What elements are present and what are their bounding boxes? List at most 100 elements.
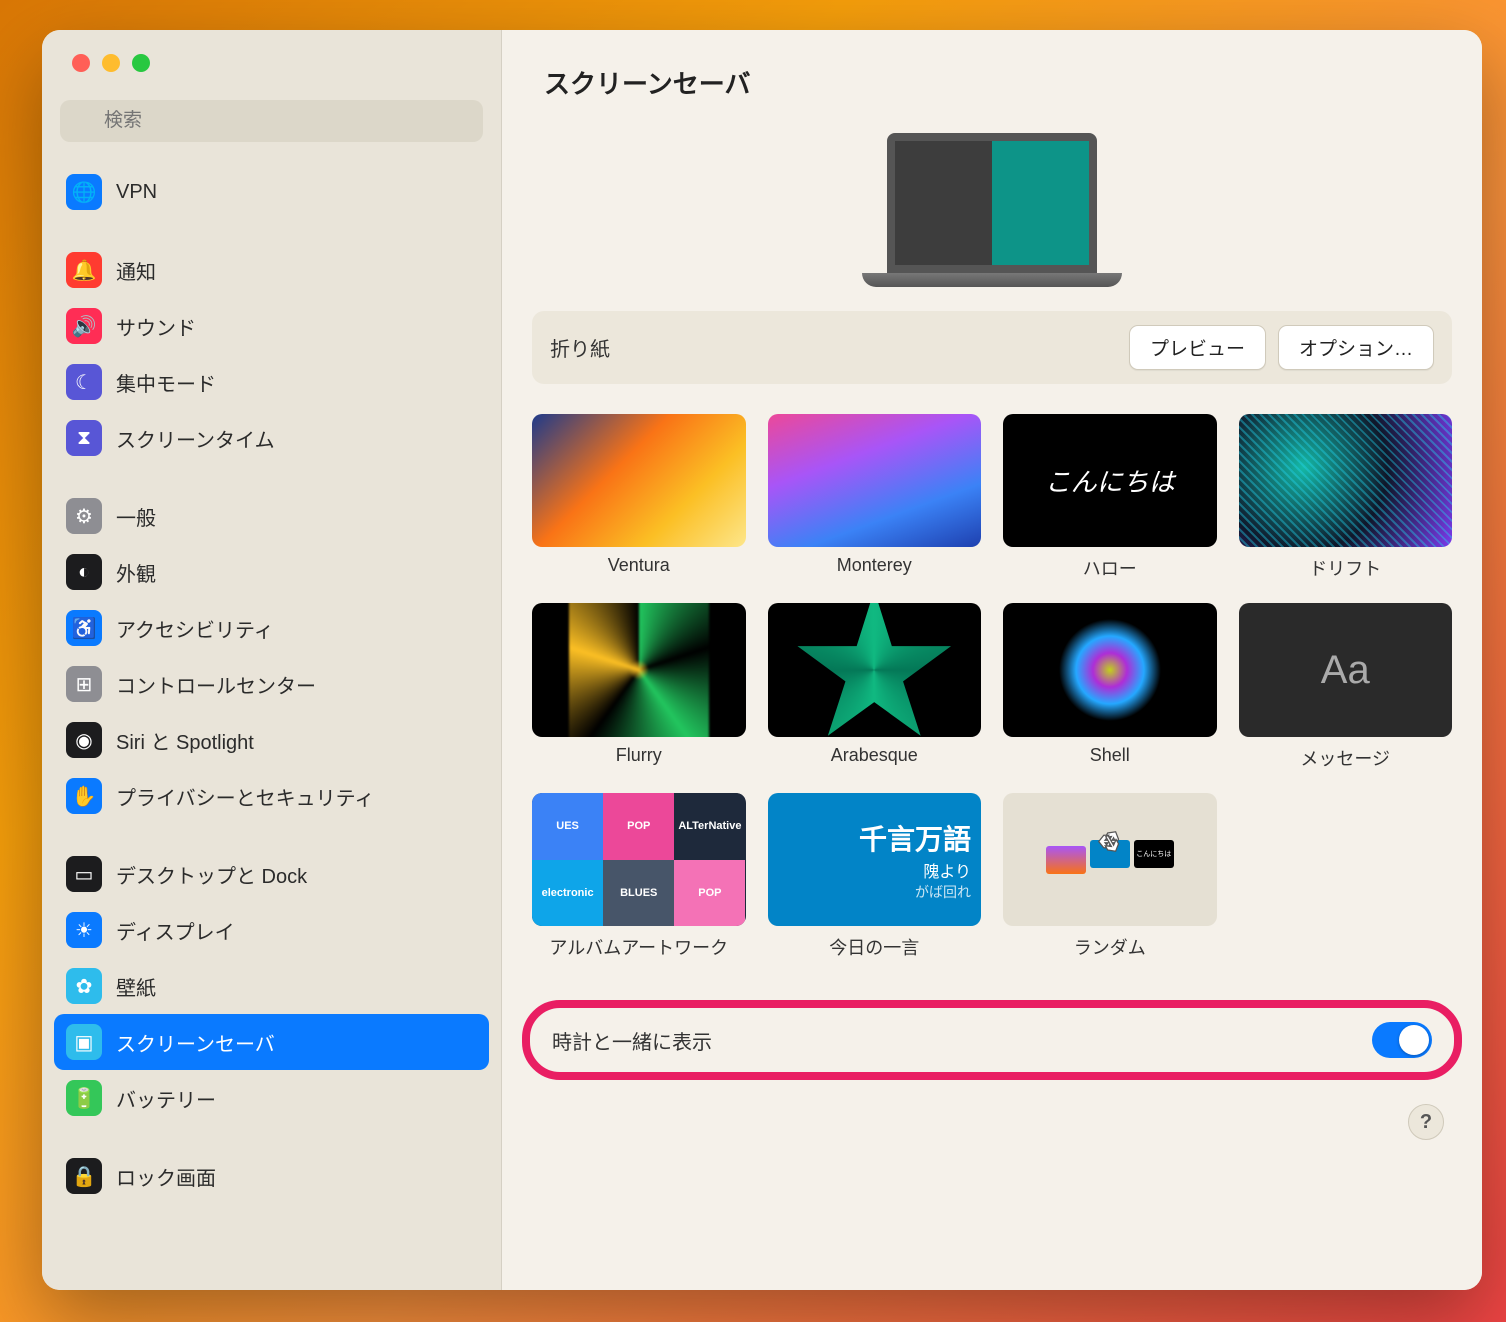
sidebar-item-label: 外観: [116, 558, 156, 587]
bell-icon: 🔔: [66, 252, 102, 288]
switches-icon: ⊞: [66, 666, 102, 702]
screensaver-thumb-flurry: [532, 603, 746, 736]
globe-icon: 🌐: [66, 174, 102, 210]
sidebar-item-label: ロック画面: [116, 1162, 216, 1191]
screensaver-thumb-message: Aa: [1239, 603, 1453, 736]
help-button[interactable]: ?: [1408, 1104, 1444, 1140]
sidebar-item-13[interactable]: ✿ 壁紙: [54, 958, 489, 1014]
screensaver-item-word[interactable]: 千言万語隗よりがば回れ今日の一言: [768, 793, 982, 960]
sidebar-item-label: プライバシーとセキュリティ: [116, 782, 374, 811]
screensaver-label: ドリフト: [1309, 555, 1381, 581]
screensaver-thumb-word: 千言万語隗よりがば回れ: [768, 793, 982, 926]
sidebar-item-label: 通知: [116, 256, 156, 285]
screensaver-thumb-random: こんにちは: [1003, 793, 1217, 926]
sidebar-item-label: Siri と Spotlight: [116, 726, 254, 755]
screensaver-thumb-monterey: [768, 414, 982, 547]
sidebar-item-7[interactable]: ♿ アクセシビリティ: [54, 600, 489, 656]
sidebar-item-label: スクリーンタイム: [116, 424, 275, 453]
lock-icon: 🔒: [66, 1158, 102, 1194]
screensaver-label: メッセージ: [1300, 745, 1390, 771]
show-with-clock-label: 時計と一緒に表示: [552, 1026, 712, 1055]
sidebar-item-label: 集中モード: [116, 368, 216, 397]
moon-icon: ☾: [66, 364, 102, 400]
sidebar-item-label: コントロールセンター: [116, 670, 316, 699]
gear-icon: ⚙: [66, 498, 102, 534]
screensaver-label: 今日の一言: [829, 934, 919, 960]
screensaver-thumb-arabesque: [768, 603, 982, 736]
minimize-icon[interactable]: [102, 54, 120, 72]
screensaver-label: ランダム: [1074, 934, 1146, 960]
main-pane: スクリーンセーバ 折り紙 プレビュー オプション… Ventura Montere…: [502, 30, 1482, 1290]
hourglass-icon: ⧗: [66, 420, 102, 456]
close-icon[interactable]: [72, 54, 90, 72]
window-controls: [42, 54, 501, 92]
screensaver-label: Ventura: [608, 555, 670, 576]
speaker-icon: 🔊: [66, 308, 102, 344]
screensaver-item-message[interactable]: Aa メッセージ: [1239, 603, 1453, 770]
sidebar-item-label: ディスプレイ: [116, 916, 235, 945]
sidebar-item-3[interactable]: ☾ 集中モード: [54, 354, 489, 410]
brightness-icon: ☀: [66, 912, 102, 948]
screensaver-thumb-drift: [1239, 414, 1453, 547]
screensaver-item-random[interactable]: こんにちはランダム: [1003, 793, 1217, 960]
show-with-clock-row: 時計と一緒に表示: [522, 1000, 1462, 1080]
screensaver-grid: VenturaMontereyこんにちはハロードリフトFlurryArabesq…: [502, 384, 1482, 980]
screensaver-label: Shell: [1090, 745, 1130, 766]
laptop-preview-icon: [862, 133, 1122, 287]
sidebar-item-11[interactable]: ▭ デスクトップと Dock: [54, 846, 489, 902]
screensaver-thumb-hello: こんにちは: [1003, 414, 1217, 547]
screensaver-item-ventura[interactable]: Ventura: [532, 414, 746, 581]
sidebar-item-10[interactable]: ✋ プライバシーとセキュリティ: [54, 768, 489, 824]
sidebar-item-label: バッテリー: [116, 1084, 216, 1113]
show-with-clock-toggle[interactable]: [1372, 1022, 1432, 1058]
screensaver-item-drift[interactable]: ドリフト: [1239, 414, 1453, 581]
screensaver-thumb-shell: [1003, 603, 1217, 736]
screensaver-label: アルバムアートワーク: [549, 934, 728, 960]
screensaver-icon: ▣: [66, 1024, 102, 1060]
screensaver-label: Monterey: [837, 555, 912, 576]
sidebar-list: 🌐VPN 🔔 通知 🔊サウンド ☾ 集中モード ⧗ スクリーンタイム ⚙ 一般 ◐ 外観 ♿ アクセシビリ…: [42, 160, 501, 1290]
sidebar-item-8[interactable]: ⊞ コントロールセンター: [54, 656, 489, 712]
dock-icon: ▭: [66, 856, 102, 892]
screensaver-item-hello[interactable]: こんにちはハロー: [1003, 414, 1217, 581]
sidebar-item-16[interactable]: 🔒 ロック画面: [54, 1148, 489, 1204]
screensaver-info-bar: 折り紙 プレビュー オプション…: [532, 311, 1452, 384]
options-button[interactable]: オプション…: [1278, 325, 1434, 370]
sidebar-item-0[interactable]: 🌐VPN: [54, 164, 489, 220]
screensaver-item-monterey[interactable]: Monterey: [768, 414, 982, 581]
sidebar-item-9[interactable]: ◉ Siri と Spotlight: [54, 712, 489, 768]
flower-icon: ✿: [66, 968, 102, 1004]
sidebar-item-label: 壁紙: [116, 972, 156, 1001]
hand-icon: ✋: [66, 778, 102, 814]
sidebar-item-label: デスクトップと Dock: [116, 860, 307, 889]
sidebar-item-5[interactable]: ⚙ 一般: [54, 488, 489, 544]
sidebar-item-1[interactable]: 🔔 通知: [54, 242, 489, 298]
sidebar-item-label: 一般: [116, 502, 156, 531]
sidebar-item-15[interactable]: 🔋バッテリー: [54, 1070, 489, 1126]
zoom-icon[interactable]: [132, 54, 150, 72]
screensaver-label: Arabesque: [831, 745, 918, 766]
settings-window: 🌐VPN 🔔 通知 🔊サウンド ☾ 集中モード ⧗ スクリーンタイム ⚙ 一般 ◐ 外観 ♿ アクセシビリ…: [42, 30, 1482, 1290]
screensaver-label: Flurry: [616, 745, 662, 766]
sidebar: 🌐VPN 🔔 通知 🔊サウンド ☾ 集中モード ⧗ スクリーンタイム ⚙ 一般 ◐ 外観 ♿ アクセシビリ…: [42, 30, 502, 1290]
sidebar-item-4[interactable]: ⧗ スクリーンタイム: [54, 410, 489, 466]
search-input[interactable]: [60, 100, 483, 142]
screensaver-item-arabesque[interactable]: Arabesque: [768, 603, 982, 770]
preview-button[interactable]: プレビュー: [1129, 325, 1266, 370]
sidebar-item-6[interactable]: ◐ 外観: [54, 544, 489, 600]
screensaver-label: ハロー: [1083, 555, 1137, 581]
sidebar-item-label: アクセシビリティ: [116, 614, 274, 643]
screensaver-item-shell[interactable]: Shell: [1003, 603, 1217, 770]
appearance-icon: ◐: [66, 554, 102, 590]
screensaver-item-album[interactable]: UESPOPALTerNativeelectronicBLUESPOP アルバムア…: [532, 793, 746, 960]
siri-icon: ◉: [66, 722, 102, 758]
screensaver-item-flurry[interactable]: Flurry: [532, 603, 746, 770]
sidebar-item-2[interactable]: 🔊サウンド: [54, 298, 489, 354]
screensaver-thumb-ventura: [532, 414, 746, 547]
screensaver-thumb-album: UESPOPALTerNativeelectronicBLUESPOP: [532, 793, 746, 926]
sidebar-item-12[interactable]: ☀ ディスプレイ: [54, 902, 489, 958]
accessibility-icon: ♿: [66, 610, 102, 646]
sidebar-item-14[interactable]: ▣スクリーンセーバ: [54, 1014, 489, 1070]
page-title: スクリーンセーバ: [544, 64, 1440, 101]
current-screensaver-name: 折り紙: [550, 333, 610, 362]
